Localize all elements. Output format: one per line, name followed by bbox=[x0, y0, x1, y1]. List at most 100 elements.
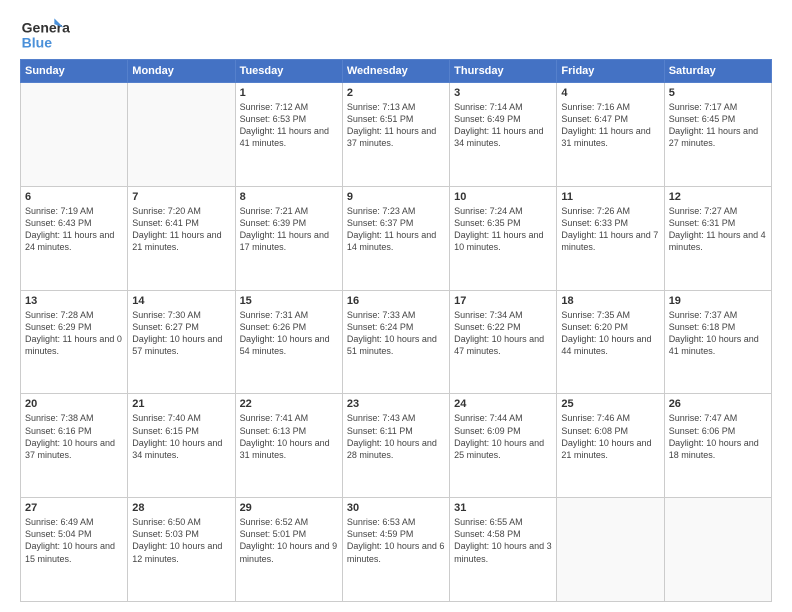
calendar-cell: 21 Sunrise: 7:40 AM Sunset: 6:15 PM Dayli… bbox=[128, 394, 235, 498]
calendar-cell: 17 Sunrise: 7:34 AM Sunset: 6:22 PM Dayli… bbox=[450, 290, 557, 394]
calendar-cell: 9Sunrise: 7:23 AM Sunset: 6:37 PM Daylig… bbox=[342, 186, 449, 290]
calendar-cell: 22Sunrise: 7:41 AM Sunset: 6:13 PM Dayli… bbox=[235, 394, 342, 498]
calendar-cell: 6 Sunrise: 7:19 AM Sunset: 6:43 PM Daylig… bbox=[21, 186, 128, 290]
day-info: Sunrise: 7:14 AM Sunset: 6:49 PM Dayligh… bbox=[454, 101, 552, 150]
day-number: 26 bbox=[669, 398, 767, 410]
day-info: Sunrise: 7:27 AM Sunset: 6:31 PM Dayligh… bbox=[669, 205, 767, 254]
calendar-cell: 4Sunrise: 7:16 AM Sunset: 6:47 PM Daylig… bbox=[557, 83, 664, 187]
day-info: Sunrise: 7:47 AM Sunset: 6:06 PM Dayligh… bbox=[669, 412, 767, 461]
day-number: 28 bbox=[132, 502, 230, 514]
day-number: 23 bbox=[347, 398, 445, 410]
day-info: Sunrise: 7:34 AM Sunset: 6:22 PM Dayligh… bbox=[454, 309, 552, 358]
calendar-week-2: 6 Sunrise: 7:19 AM Sunset: 6:43 PM Daylig… bbox=[21, 186, 772, 290]
day-info: Sunrise: 6:49 AM Sunset: 5:04 PM Dayligh… bbox=[25, 516, 123, 565]
calendar-cell: 8Sunrise: 7:21 AM Sunset: 6:39 PM Daylig… bbox=[235, 186, 342, 290]
calendar-cell bbox=[128, 83, 235, 187]
day-number: 5 bbox=[669, 87, 767, 99]
day-info: Sunrise: 7:19 AM Sunset: 6:43 PM Dayligh… bbox=[25, 205, 123, 254]
day-info: Sunrise: 7:17 AM Sunset: 6:45 PM Dayligh… bbox=[669, 101, 767, 150]
day-number: 8 bbox=[240, 191, 338, 203]
day-info: Sunrise: 7:12 AM Sunset: 6:53 PM Dayligh… bbox=[240, 101, 338, 150]
calendar-cell: 25 Sunrise: 7:46 AM Sunset: 6:08 PM Dayli… bbox=[557, 394, 664, 498]
calendar-cell: 20Sunrise: 7:38 AM Sunset: 6:16 PM Dayli… bbox=[21, 394, 128, 498]
day-number: 21 bbox=[132, 398, 230, 410]
calendar-cell bbox=[21, 83, 128, 187]
calendar-cell: 26 Sunrise: 7:47 AM Sunset: 6:06 PM Dayli… bbox=[664, 394, 771, 498]
day-number: 25 bbox=[561, 398, 659, 410]
calendar-cell: 10Sunrise: 7:24 AM Sunset: 6:35 PM Dayli… bbox=[450, 186, 557, 290]
logo: General Blue bbox=[20, 16, 70, 51]
day-info: Sunrise: 7:40 AM Sunset: 6:15 PM Dayligh… bbox=[132, 412, 230, 461]
day-number: 17 bbox=[454, 295, 552, 307]
day-number: 30 bbox=[347, 502, 445, 514]
day-number: 14 bbox=[132, 295, 230, 307]
day-info: Sunrise: 7:44 AM Sunset: 6:09 PM Dayligh… bbox=[454, 412, 552, 461]
calendar-cell: 13 Sunrise: 7:28 AM Sunset: 6:29 PM Dayli… bbox=[21, 290, 128, 394]
day-info: Sunrise: 6:52 AM Sunset: 5:01 PM Dayligh… bbox=[240, 516, 338, 565]
day-number: 24 bbox=[454, 398, 552, 410]
calendar-cell: 31Sunrise: 6:55 AM Sunset: 4:58 PM Dayli… bbox=[450, 498, 557, 602]
calendar-cell: 27 Sunrise: 6:49 AM Sunset: 5:04 PM Dayli… bbox=[21, 498, 128, 602]
calendar-cell: 3 Sunrise: 7:14 AM Sunset: 6:49 PM Daylig… bbox=[450, 83, 557, 187]
day-number: 9 bbox=[347, 191, 445, 203]
day-number: 29 bbox=[240, 502, 338, 514]
calendar-cell: 14 Sunrise: 7:30 AM Sunset: 6:27 PM Dayli… bbox=[128, 290, 235, 394]
day-number: 7 bbox=[132, 191, 230, 203]
day-number: 11 bbox=[561, 191, 659, 203]
day-number: 1 bbox=[240, 87, 338, 99]
day-info: Sunrise: 7:30 AM Sunset: 6:27 PM Dayligh… bbox=[132, 309, 230, 358]
day-info: Sunrise: 7:26 AM Sunset: 6:33 PM Dayligh… bbox=[561, 205, 659, 254]
day-number: 3 bbox=[454, 87, 552, 99]
day-info: Sunrise: 7:37 AM Sunset: 6:18 PM Dayligh… bbox=[669, 309, 767, 358]
svg-text:Blue: Blue bbox=[22, 35, 53, 51]
weekday-header-thursday: Thursday bbox=[450, 60, 557, 83]
calendar-cell: 11 Sunrise: 7:26 AM Sunset: 6:33 PM Dayli… bbox=[557, 186, 664, 290]
calendar-cell: 24 Sunrise: 7:44 AM Sunset: 6:09 PM Dayli… bbox=[450, 394, 557, 498]
day-info: Sunrise: 7:41 AM Sunset: 6:13 PM Dayligh… bbox=[240, 412, 338, 461]
day-number: 31 bbox=[454, 502, 552, 514]
weekday-header-saturday: Saturday bbox=[664, 60, 771, 83]
day-info: Sunrise: 7:43 AM Sunset: 6:11 PM Dayligh… bbox=[347, 412, 445, 461]
day-info: Sunrise: 6:53 AM Sunset: 4:59 PM Dayligh… bbox=[347, 516, 445, 565]
calendar-cell: 19 Sunrise: 7:37 AM Sunset: 6:18 PM Dayli… bbox=[664, 290, 771, 394]
calendar-cell: 2Sunrise: 7:13 AM Sunset: 6:51 PM Daylig… bbox=[342, 83, 449, 187]
calendar-week-3: 13 Sunrise: 7:28 AM Sunset: 6:29 PM Dayli… bbox=[21, 290, 772, 394]
day-number: 13 bbox=[25, 295, 123, 307]
day-number: 6 bbox=[25, 191, 123, 203]
weekday-header-tuesday: Tuesday bbox=[235, 60, 342, 83]
day-number: 27 bbox=[25, 502, 123, 514]
calendar-cell: 1 Sunrise: 7:12 AM Sunset: 6:53 PM Daylig… bbox=[235, 83, 342, 187]
weekday-header-sunday: Sunday bbox=[21, 60, 128, 83]
calendar-week-4: 20Sunrise: 7:38 AM Sunset: 6:16 PM Dayli… bbox=[21, 394, 772, 498]
day-info: Sunrise: 7:33 AM Sunset: 6:24 PM Dayligh… bbox=[347, 309, 445, 358]
page: General Blue SundayMondayTuesdayWednesda… bbox=[0, 0, 792, 612]
day-number: 20 bbox=[25, 398, 123, 410]
day-info: Sunrise: 7:24 AM Sunset: 6:35 PM Dayligh… bbox=[454, 205, 552, 254]
calendar-cell: 12 Sunrise: 7:27 AM Sunset: 6:31 PM Dayli… bbox=[664, 186, 771, 290]
day-info: Sunrise: 7:46 AM Sunset: 6:08 PM Dayligh… bbox=[561, 412, 659, 461]
weekday-header-friday: Friday bbox=[557, 60, 664, 83]
calendar-cell: 7Sunrise: 7:20 AM Sunset: 6:41 PM Daylig… bbox=[128, 186, 235, 290]
calendar-week-1: 1 Sunrise: 7:12 AM Sunset: 6:53 PM Daylig… bbox=[21, 83, 772, 187]
calendar-cell: 18Sunrise: 7:35 AM Sunset: 6:20 PM Dayli… bbox=[557, 290, 664, 394]
calendar-cell bbox=[664, 498, 771, 602]
day-info: Sunrise: 6:50 AM Sunset: 5:03 PM Dayligh… bbox=[132, 516, 230, 565]
weekday-header-wednesday: Wednesday bbox=[342, 60, 449, 83]
day-number: 4 bbox=[561, 87, 659, 99]
day-number: 19 bbox=[669, 295, 767, 307]
calendar-cell: 29 Sunrise: 6:52 AM Sunset: 5:01 PM Dayli… bbox=[235, 498, 342, 602]
calendar-cell: 16 Sunrise: 7:33 AM Sunset: 6:24 PM Dayli… bbox=[342, 290, 449, 394]
weekday-header-row: SundayMondayTuesdayWednesdayThursdayFrid… bbox=[21, 60, 772, 83]
day-info: Sunrise: 7:35 AM Sunset: 6:20 PM Dayligh… bbox=[561, 309, 659, 358]
calendar-cell: 30 Sunrise: 6:53 AM Sunset: 4:59 PM Dayli… bbox=[342, 498, 449, 602]
calendar-cell: 5 Sunrise: 7:17 AM Sunset: 6:45 PM Daylig… bbox=[664, 83, 771, 187]
day-number: 16 bbox=[347, 295, 445, 307]
day-info: Sunrise: 7:28 AM Sunset: 6:29 PM Dayligh… bbox=[25, 309, 123, 358]
weekday-header-monday: Monday bbox=[128, 60, 235, 83]
day-number: 12 bbox=[669, 191, 767, 203]
logo-icon: General Blue bbox=[20, 16, 70, 51]
header: General Blue bbox=[20, 16, 772, 51]
calendar-week-5: 27 Sunrise: 6:49 AM Sunset: 5:04 PM Dayli… bbox=[21, 498, 772, 602]
calendar-cell: 28 Sunrise: 6:50 AM Sunset: 5:03 PM Dayli… bbox=[128, 498, 235, 602]
day-number: 2 bbox=[347, 87, 445, 99]
